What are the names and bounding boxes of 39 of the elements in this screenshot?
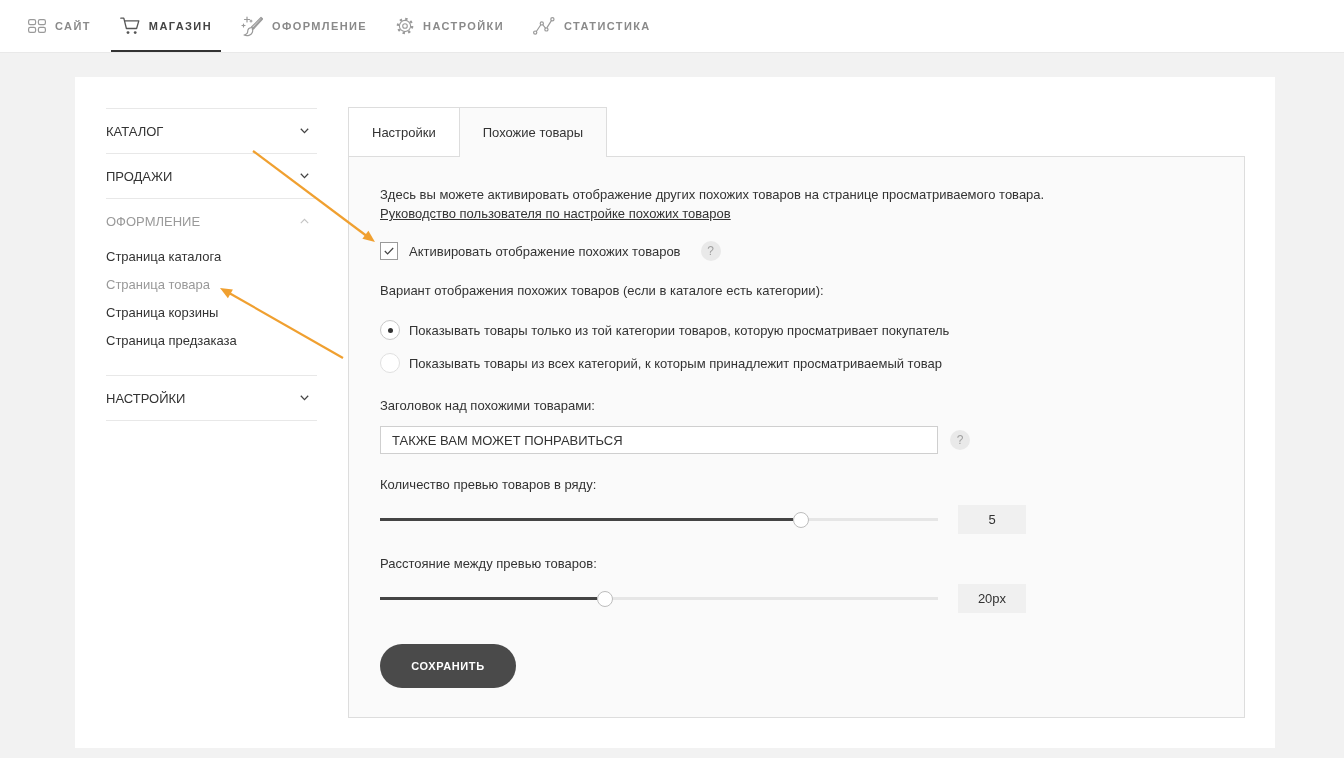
checkbox-label: Активировать отображение похожих товаров: [409, 242, 681, 261]
radio-button[interactable]: [380, 320, 400, 340]
sidebar-section[interactable]: ПРОДАЖИ: [106, 153, 317, 198]
line-chart-icon: [533, 17, 555, 35]
grid-icon: [28, 19, 46, 33]
sidebar-section[interactable]: КАТАЛОГ: [106, 108, 317, 153]
sidebar-section[interactable]: НАСТРОЙКИ: [106, 375, 317, 420]
tab[interactable]: Похожие товары: [459, 107, 608, 157]
checkbox[interactable]: [380, 242, 398, 260]
slider-handle[interactable]: [792, 511, 809, 528]
text-field[interactable]: ТАКЖЕ ВАМ МОЖЕТ ПОНРАВИТЬСЯ: [380, 426, 938, 454]
nav-tab[interactable]: САЙТ: [19, 0, 100, 52]
gear-icon: [396, 17, 415, 35]
nav-tab[interactable]: МАГАЗИН: [110, 0, 221, 52]
save-button[interactable]: СОХРАНИТЬ: [380, 644, 516, 688]
field-label: Расстояние между превью товаров:: [380, 555, 597, 573]
brush-icon: [241, 15, 263, 37]
field-label: Вариант отображения похожих товаров (если в каталоге есть категории):: [380, 282, 824, 300]
field-label: Заголовок над похожими товарами:: [380, 397, 595, 415]
tab[interactable]: Настройки: [348, 107, 460, 156]
check-icon: [384, 247, 394, 255]
sidebar-item[interactable]: Страница корзины: [106, 299, 219, 327]
guide-link[interactable]: Руководство пользователя по настройке похожих товаров: [380, 204, 731, 223]
chevron-down-icon: [300, 395, 309, 401]
slider-handle[interactable]: [596, 590, 613, 607]
chevron-down-icon: [300, 173, 309, 179]
chevron-up-icon: [300, 218, 309, 224]
slider-value: 5: [958, 505, 1026, 534]
slider-value: 20px: [958, 584, 1026, 613]
cart-icon: [119, 17, 140, 35]
radio-label: Показывать товары из всех категорий, к которым принадлежит просматриваемый товар: [409, 354, 942, 373]
field-label: Количество превью товаров в ряду:: [380, 476, 597, 494]
radio-button[interactable]: [380, 353, 400, 373]
intro-text: Здесь вы можете активировать отображение других похожих товаров на странице просматриваемого товара.: [380, 186, 1045, 204]
chevron-down-icon: [300, 128, 309, 134]
sidebar-item[interactable]: Страница предзаказа: [106, 327, 237, 355]
sidebar-item[interactable]: Страница каталога: [106, 243, 222, 271]
nav-tab[interactable]: НАСТРОЙКИ: [387, 0, 513, 52]
radio-label: Показывать товары только из той категории товаров, которую просматривает покупатель: [409, 321, 950, 340]
